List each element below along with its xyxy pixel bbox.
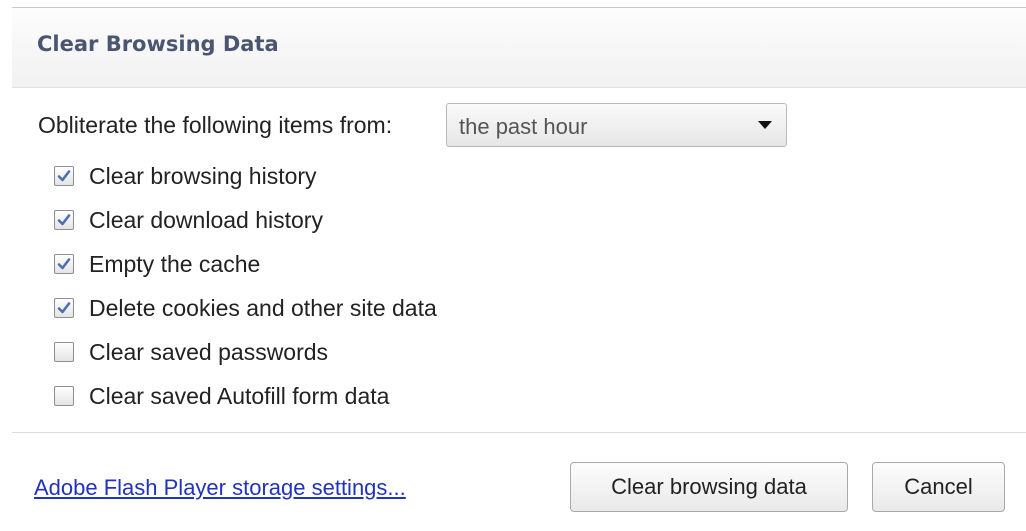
- clear-browsing-history-checkbox[interactable]: [54, 166, 74, 186]
- checkmark-icon: [57, 214, 71, 226]
- time-range-select[interactable]: the past hour: [446, 103, 787, 147]
- checkmark-icon: [57, 258, 71, 270]
- dialog-header: Clear Browsing Data: [12, 8, 1026, 88]
- option-delete-cookies[interactable]: Delete cookies and other site data: [54, 292, 674, 336]
- clear-saved-passwords-checkbox[interactable]: [54, 342, 74, 362]
- cancel-button[interactable]: Cancel: [872, 462, 1005, 512]
- option-label: Delete cookies and other site data: [89, 295, 437, 321]
- option-label: Clear saved passwords: [89, 339, 329, 365]
- clear-browsing-data-dialog: Clear Browsing Data Obliterate the follo…: [0, 0, 1026, 531]
- time-range-selected-value: the past hour: [459, 114, 588, 139]
- option-clear-saved-passwords[interactable]: Clear saved passwords: [54, 336, 674, 380]
- option-clear-browsing-history[interactable]: Clear browsing history: [54, 160, 674, 204]
- option-clear-autofill-data[interactable]: Clear saved Autofill form data: [54, 380, 674, 424]
- empty-cache-checkbox[interactable]: [54, 254, 74, 274]
- time-range-label: Obliterate the following items from:: [38, 112, 393, 138]
- clear-autofill-data-checkbox[interactable]: [54, 386, 74, 406]
- clear-download-history-checkbox[interactable]: [54, 210, 74, 230]
- option-label: Clear saved Autofill form data: [89, 383, 390, 409]
- clear-browsing-data-button[interactable]: Clear browsing data: [570, 462, 848, 512]
- time-range-row: Obliterate the following items from: the…: [38, 103, 787, 147]
- option-label: Clear browsing history: [89, 163, 317, 189]
- delete-cookies-checkbox[interactable]: [54, 298, 74, 318]
- checkmark-icon: [57, 302, 71, 314]
- dialog-title: Clear Browsing Data: [37, 32, 279, 56]
- option-label: Empty the cache: [89, 251, 261, 277]
- flash-storage-settings-link[interactable]: Adobe Flash Player storage settings...: [34, 475, 406, 501]
- option-empty-cache[interactable]: Empty the cache: [54, 248, 674, 292]
- option-clear-download-history[interactable]: Clear download history: [54, 204, 674, 248]
- clear-options-list: Clear browsing history Clear download hi…: [54, 160, 674, 424]
- dropdown-arrow-icon: [758, 121, 772, 129]
- option-label: Clear download history: [89, 207, 323, 233]
- checkmark-icon: [57, 170, 71, 182]
- footer-divider: [12, 432, 1026, 433]
